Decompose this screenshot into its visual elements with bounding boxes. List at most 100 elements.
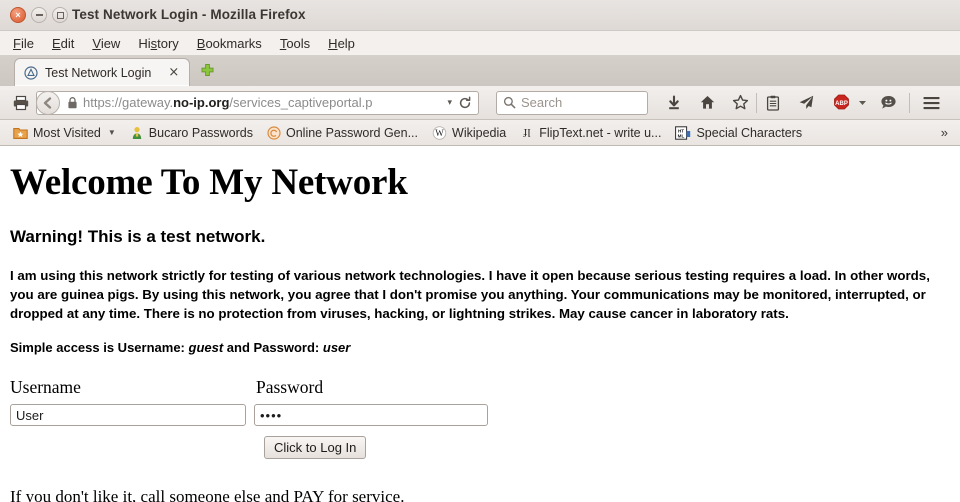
url-suffix: /services_captiveportal.p xyxy=(229,95,373,110)
url-prefix: https://gateway. xyxy=(83,95,174,110)
bookmark-online-password-gen[interactable]: Online Password Gen... xyxy=(260,124,425,142)
menu-help-accel: H xyxy=(328,35,338,51)
back-button[interactable] xyxy=(36,90,60,115)
new-tab-button[interactable] xyxy=(194,58,220,84)
navigation-toolbar: https://gateway.no-ip.org/services_capti… xyxy=(0,86,960,120)
menu-help[interactable]: Help xyxy=(319,34,364,53)
menu-history[interactable]: History xyxy=(129,34,187,53)
close-icon[interactable]: × xyxy=(158,66,183,79)
reload-icon[interactable] xyxy=(458,95,478,110)
menu-file-accel: F xyxy=(13,35,21,51)
folder-star-icon xyxy=(13,126,28,140)
menu-edit-rest: dit xyxy=(60,35,75,51)
svg-text:lf: lf xyxy=(524,126,531,140)
simple-access-prefix: Simple access is Username: xyxy=(10,340,189,356)
browser-window: × Test Network Login - Mozilla Firefox F… xyxy=(0,0,960,502)
home-icon[interactable] xyxy=(694,90,720,116)
paper-plane-icon[interactable] xyxy=(793,90,819,116)
disclaimer-paragraph: I am using this network strictly for tes… xyxy=(10,267,930,321)
url-text: https://gateway.no-ip.org/services_capti… xyxy=(83,95,441,110)
bookmark-bucaro-passwords[interactable]: Bucaro Passwords xyxy=(123,124,260,142)
bookmarks-overflow-button[interactable]: » xyxy=(935,123,954,142)
bookmark-label: Online Password Gen... xyxy=(286,125,419,140)
minimize-icon xyxy=(35,14,43,16)
plus-icon xyxy=(201,63,214,76)
tab-bar: Test Network Login × xyxy=(0,55,960,86)
simple-access-middle: and Password: xyxy=(223,340,323,356)
menu-bookmarks-rest: ookmarks xyxy=(205,35,262,51)
bookmark-fliptext[interactable]: lf FlipText.net - write u... xyxy=(513,124,668,142)
menu-tools[interactable]: Tools xyxy=(271,34,319,53)
menu-bookmarks[interactable]: Bookmarks xyxy=(188,34,271,53)
page-title: Welcome To My Network xyxy=(10,162,408,203)
login-button[interactable]: Click to Log In xyxy=(264,436,367,460)
circle-swirl-icon xyxy=(267,125,281,140)
adblock-plus-icon[interactable]: ABP xyxy=(828,90,854,116)
chevron-down-icon[interactable]: ▼ xyxy=(108,128,116,137)
menu-edit[interactable]: Edit xyxy=(43,34,83,53)
wikipedia-w-icon: W xyxy=(432,125,447,140)
back-arrow-icon xyxy=(43,96,52,109)
title-bar: × Test Network Login - Mozilla Firefox xyxy=(0,0,960,31)
svg-text:W: W xyxy=(435,128,444,138)
globe-triangle-icon xyxy=(24,65,38,80)
page-content: Welcome To My Network Warning! This is a… xyxy=(0,146,960,502)
reader-list-icon[interactable] xyxy=(760,90,786,116)
close-window-button[interactable]: × xyxy=(10,7,26,23)
warning-text: Warning! This is a test network. xyxy=(10,226,266,246)
bookmark-most-visited[interactable]: Most Visited ▼ xyxy=(6,124,123,142)
maximize-icon xyxy=(56,11,64,19)
menu-view-rest: iew xyxy=(100,35,121,51)
url-domain: no-ip.org xyxy=(173,95,230,110)
star-bookmark-icon[interactable] xyxy=(727,90,753,116)
username-input[interactable] xyxy=(10,404,246,427)
svg-text:ML: ML xyxy=(678,133,685,138)
search-icon xyxy=(503,96,516,109)
simple-access-password: user xyxy=(322,340,351,356)
form-inputs-row xyxy=(10,404,950,427)
menu-edit-accel: E xyxy=(51,35,61,51)
printer-icon[interactable] xyxy=(8,90,34,116)
window-controls: × xyxy=(10,7,68,23)
bookmark-label: Bucaro Passwords xyxy=(148,125,253,140)
padlock-icon xyxy=(67,96,78,109)
menu-history-accel: Hi xyxy=(138,35,151,51)
toolbar-divider xyxy=(756,92,757,113)
search-box[interactable]: Search xyxy=(496,90,648,115)
form-labels-row: Username Password xyxy=(10,377,950,398)
chevron-down-icon[interactable]: ▾ xyxy=(441,97,458,108)
login-form: Username Password Click to Log In xyxy=(10,377,950,460)
fliptext-icon: lf xyxy=(520,126,534,140)
bookmark-label: Most Visited xyxy=(33,125,101,140)
menu-help-rest: elp xyxy=(337,35,355,51)
password-input[interactable] xyxy=(254,404,488,427)
search-placeholder: Search xyxy=(521,95,563,110)
chevron-down-icon[interactable] xyxy=(854,90,870,116)
password-label: Password xyxy=(256,377,324,398)
svg-text:ABP: ABP xyxy=(835,101,848,107)
menu-view-accel: V xyxy=(92,35,101,51)
person-key-icon xyxy=(130,126,144,140)
menu-file-rest: ile xyxy=(20,35,34,51)
bookmarks-toolbar: Most Visited ▼ Bucaro Passwords Online P… xyxy=(0,120,960,146)
submit-row: Click to Log In xyxy=(10,436,950,460)
bookmark-wikipedia[interactable]: W Wikipedia xyxy=(425,124,513,142)
bookmark-special-characters[interactable]: HT ML Special Characters xyxy=(668,124,809,142)
download-icon[interactable] xyxy=(661,90,687,116)
menu-view[interactable]: View xyxy=(83,34,129,53)
menu-bar: File Edit View History Bookmarks Tools H… xyxy=(0,31,960,55)
simple-access-note: Simple access is Username: guest and Pas… xyxy=(10,340,950,355)
maximize-window-button[interactable] xyxy=(52,7,68,23)
menu-file[interactable]: File xyxy=(4,34,43,53)
bookmark-label: FlipText.net - write u... xyxy=(539,125,662,140)
tab-test-network-login[interactable]: Test Network Login × xyxy=(14,58,191,86)
bookmark-label: Wikipedia xyxy=(452,125,507,140)
chat-bubble-icon[interactable] xyxy=(875,90,901,116)
hamburger-menu-icon[interactable] xyxy=(918,90,944,116)
menu-tools-rest: ools xyxy=(286,35,311,51)
window-title: Test Network Login - Mozilla Firefox xyxy=(72,7,306,22)
minimize-window-button[interactable] xyxy=(31,7,47,23)
tab-label: Test Network Login xyxy=(45,65,152,80)
toolbar-divider-2 xyxy=(909,92,910,113)
address-bar[interactable]: https://gateway.no-ip.org/services_capti… xyxy=(36,90,479,115)
